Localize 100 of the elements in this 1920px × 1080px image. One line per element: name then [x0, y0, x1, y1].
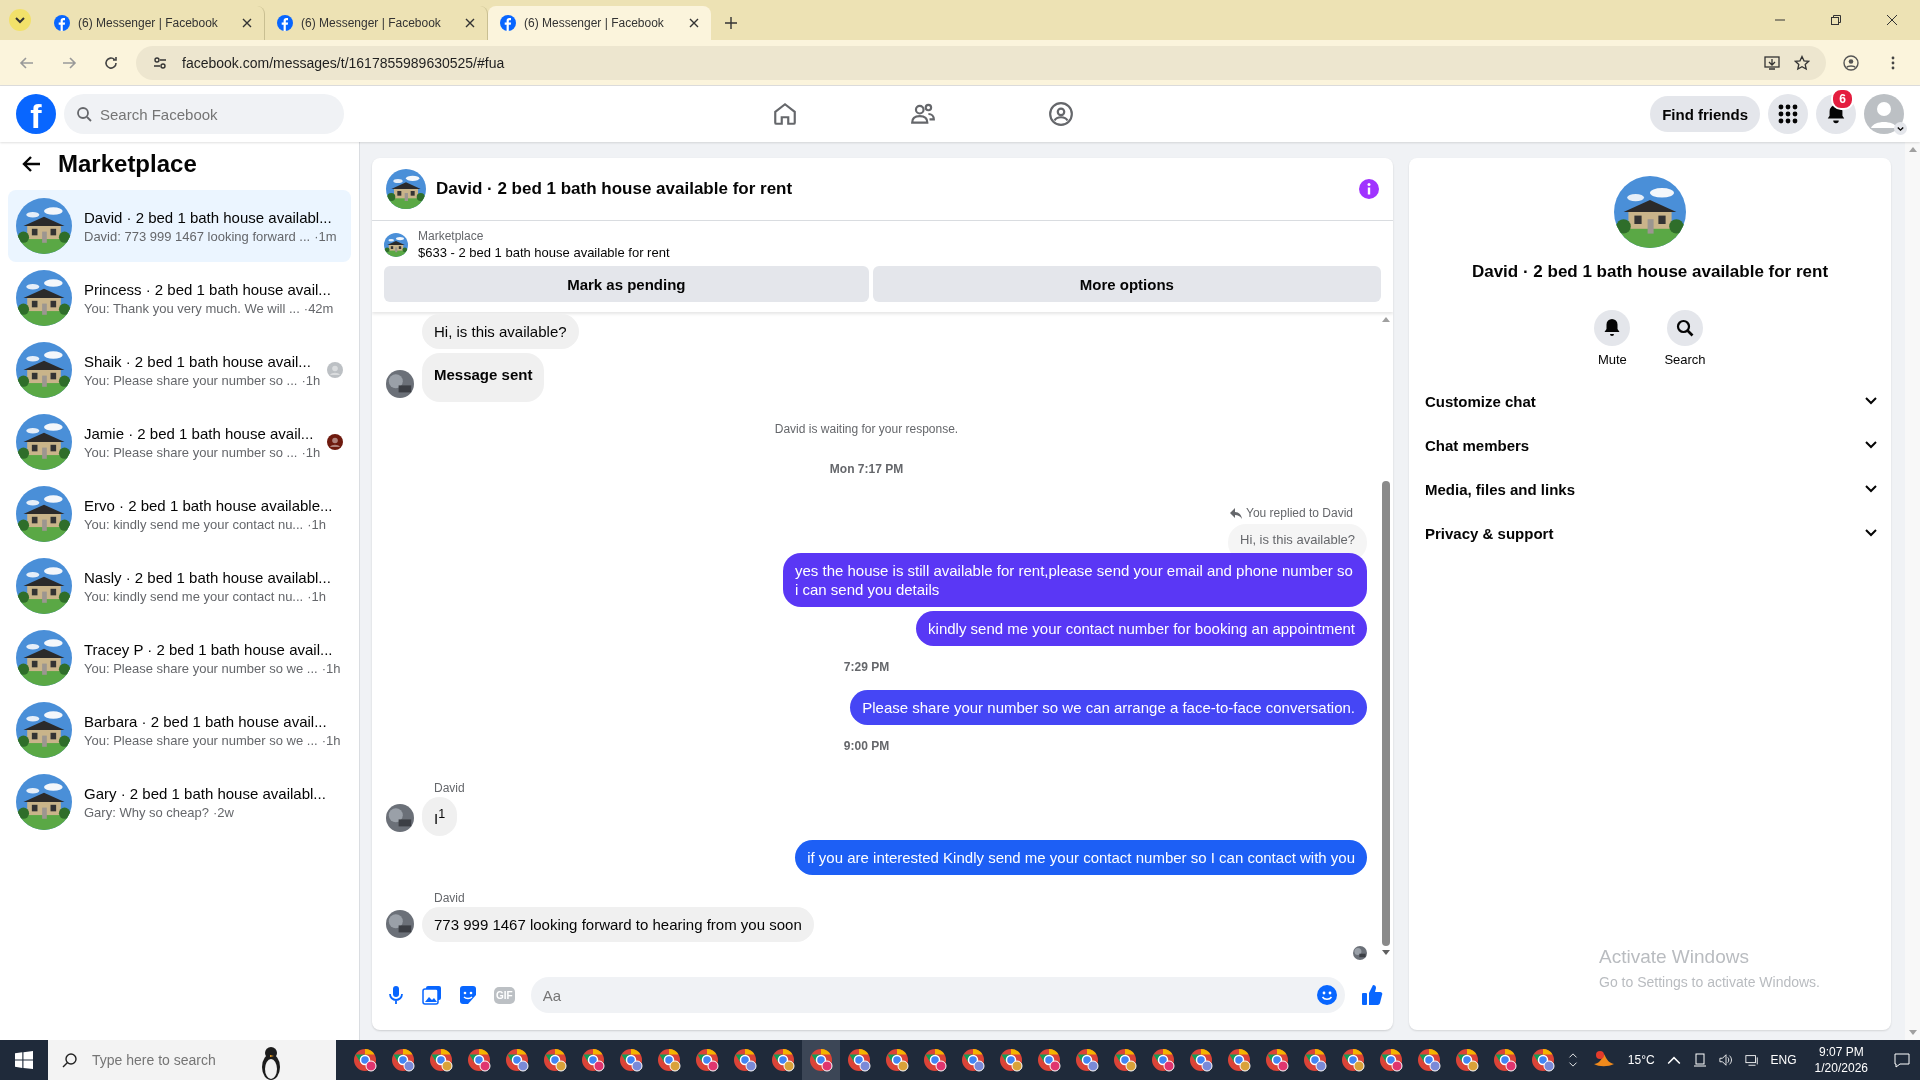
conversation-item[interactable]: Barbara · 2 bed 1 bath house avail... You: Please share your number so we ... ·1h: [8, 694, 351, 766]
caret-icon[interactable]: [1894, 122, 1907, 135]
message-preview: David: 773 999 1467 looking forward ...: [84, 228, 311, 244]
browser-icon: [1379, 1048, 1403, 1072]
thumbs-up-icon[interactable]: [1361, 984, 1383, 1006]
message-preview: You: Please share your number so ...: [84, 444, 298, 460]
conversation-title: Nasly · 2 bed 1 bath house availabl...: [84, 568, 332, 586]
browser-icon: [1417, 1048, 1441, 1072]
message-preview: You: Please share your number so we ...: [84, 660, 318, 676]
message-preview: You: kindly send me your contact nu...: [84, 516, 304, 532]
emoji-icon[interactable]: [1317, 985, 1337, 1005]
reply-note: You replied to David: [1246, 506, 1353, 520]
conversation-item[interactable]: Gary · 2 bed 1 bath house availabl... Gary: Why so cheap? ·2w: [8, 766, 351, 838]
browser-icon: [1493, 1048, 1517, 1072]
action-label[interactable]: Mute: [1597, 352, 1627, 367]
tab-list-icon[interactable]: [8, 8, 32, 32]
tab-title: (6) Messenger | Facebook: [524, 16, 665, 30]
browser-icon: [657, 1048, 681, 1072]
message-preview: You: kindly send me your contact nu...: [84, 588, 304, 604]
close-icon[interactable]: [242, 18, 252, 28]
notification-icon[interactable]: [1894, 1052, 1910, 1068]
message-time: ·1h: [307, 588, 326, 604]
close-icon[interactable]: [465, 18, 475, 28]
message-preview: You: Thank you very much. We will ...: [84, 300, 300, 316]
message-time: ·42m: [303, 300, 334, 316]
conversation-item[interactable]: Ervo · 2 bed 1 bath house available... You: kindly send me your contact nu... ·1h: [8, 478, 351, 550]
search-icon[interactable]: [1667, 310, 1703, 346]
message-bubble: yes the house is still available for rent,please send your email and phone number so i can send you details: [783, 553, 1367, 607]
conversation-item[interactable]: Shaik · 2 bed 1 bath house avail... You: Please share your number so ... ·1h: [8, 334, 351, 406]
message-time: ·1m: [314, 228, 337, 244]
groups-icon[interactable]: [1048, 101, 1075, 127]
speaker-icon[interactable]: [1718, 1053, 1733, 1067]
conversation-item[interactable]: Tracey P · 2 bed 1 bath house avail... You: Please share your number so we ... ·1h: [8, 622, 351, 694]
browser-icon: [581, 1048, 605, 1072]
message-time: ·1h: [307, 516, 326, 532]
section-header[interactable]: Customize chat: [1425, 379, 1877, 423]
browser-icon: [961, 1048, 985, 1072]
browser-icon: [1531, 1048, 1555, 1072]
temperature: 15°C: [1627, 1053, 1655, 1067]
conversation-item[interactable]: David · 2 bed 1 bath house availabl... David: 773 999 1467 looking forward ... ·1m: [8, 190, 351, 262]
action-label[interactable]: Search: [1664, 352, 1706, 367]
message-bubble: 773 999 1467 looking forward to hearing from you soon: [422, 907, 814, 942]
conversation-item[interactable]: Princess · 2 bed 1 bath house avail... You: Thank you very much. We will ... ·42m: [8, 262, 351, 334]
conversation-title: David · 2 bed 1 bath house availabl...: [84, 208, 333, 226]
star-icon[interactable]: [1794, 54, 1810, 71]
clock-date[interactable]: 1/20/2026: [1814, 1061, 1868, 1075]
search-field[interactable]: Search Facebook: [64, 94, 344, 134]
menu-button[interactable]: [1768, 94, 1808, 134]
install-icon[interactable]: [1764, 54, 1780, 71]
image-icon[interactable]: [422, 985, 442, 1005]
reply-icon: [1230, 507, 1243, 519]
facebook-logo[interactable]: f: [16, 94, 56, 134]
clock-time[interactable]: 9:07 PM: [1818, 1045, 1864, 1059]
info-icon[interactable]: [1359, 179, 1379, 199]
timestamp: Mon 7:17 PM: [829, 462, 905, 476]
url-text: facebook.com/messages/t/1617855989630525/#fua: [182, 54, 505, 71]
close-icon[interactable]: [689, 18, 699, 28]
scroll-down-icon[interactable]: [1382, 950, 1390, 956]
sticker-icon[interactable]: [458, 985, 478, 1005]
network-icon[interactable]: [1744, 1053, 1759, 1067]
new-tab-icon[interactable]: [725, 17, 737, 29]
device-icon[interactable]: [1692, 1053, 1707, 1067]
browser-tab[interactable]: (6) Messenger | Facebook: [488, 6, 711, 40]
seen-avatar-icon: [327, 434, 343, 450]
message-time: ·1h: [301, 444, 321, 460]
browser-icon: [733, 1048, 757, 1072]
action-button[interactable]: More options: [872, 266, 1381, 302]
address-bar[interactable]: facebook.com/messages/t/1617855989630525/#fua: [136, 45, 1826, 80]
close-icon[interactable]: [1886, 14, 1898, 26]
language-indicator[interactable]: ENG: [1770, 1053, 1797, 1067]
taskbar-app[interactable]: [802, 1040, 840, 1080]
microphone-icon[interactable]: [386, 985, 406, 1005]
action-button[interactable]: Mark as pending: [384, 266, 869, 302]
message-field[interactable]: Aa: [530, 977, 1345, 1013]
section-header[interactable]: Media, files and links: [1425, 467, 1877, 511]
conversation-title: Tracey P · 2 bed 1 bath house avail...: [84, 640, 334, 658]
browser-icon: [1075, 1048, 1099, 1072]
grid-icon: [1778, 104, 1798, 124]
message-preview: You: Please share your number so ...: [84, 372, 298, 388]
browser-icon: [1227, 1048, 1251, 1072]
taskbar-search-bar[interactable]: Type here to search: [48, 1040, 336, 1080]
section-header[interactable]: Privacy & support: [1425, 511, 1877, 555]
bell-icon[interactable]: [1594, 310, 1631, 346]
scroll-up-icon[interactable]: [1382, 316, 1390, 322]
back-icon[interactable]: [22, 154, 42, 174]
find-friends-button[interactable]: Find friends: [1650, 96, 1760, 132]
home-icon[interactable]: [772, 101, 799, 127]
site-settings-icon[interactable]: [152, 54, 168, 71]
facebook-icon: [500, 15, 516, 31]
section-header[interactable]: Chat members: [1425, 423, 1877, 467]
restore-icon[interactable]: [1830, 14, 1842, 26]
seen-avatar-icon: [327, 362, 343, 378]
chat-title: David · 2 bed 1 bath house available for rent: [436, 179, 793, 199]
message-bubble: I$^{1}$: [422, 797, 458, 836]
message-preview: Gary: Why so cheap?: [84, 804, 209, 820]
conversation-item[interactable]: Nasly · 2 bed 1 bath house availabl... You: kindly send me your contact nu... ·1h: [8, 550, 351, 622]
message-bubble: if you are interested Kindly send me your contact number so I can contact with you: [795, 840, 1367, 875]
friends-icon[interactable]: [910, 101, 937, 127]
conversation-item[interactable]: Jamie · 2 bed 1 bath house avail... You: Please share your number so ... ·1h: [8, 406, 351, 478]
browser-icon: [1189, 1048, 1213, 1072]
